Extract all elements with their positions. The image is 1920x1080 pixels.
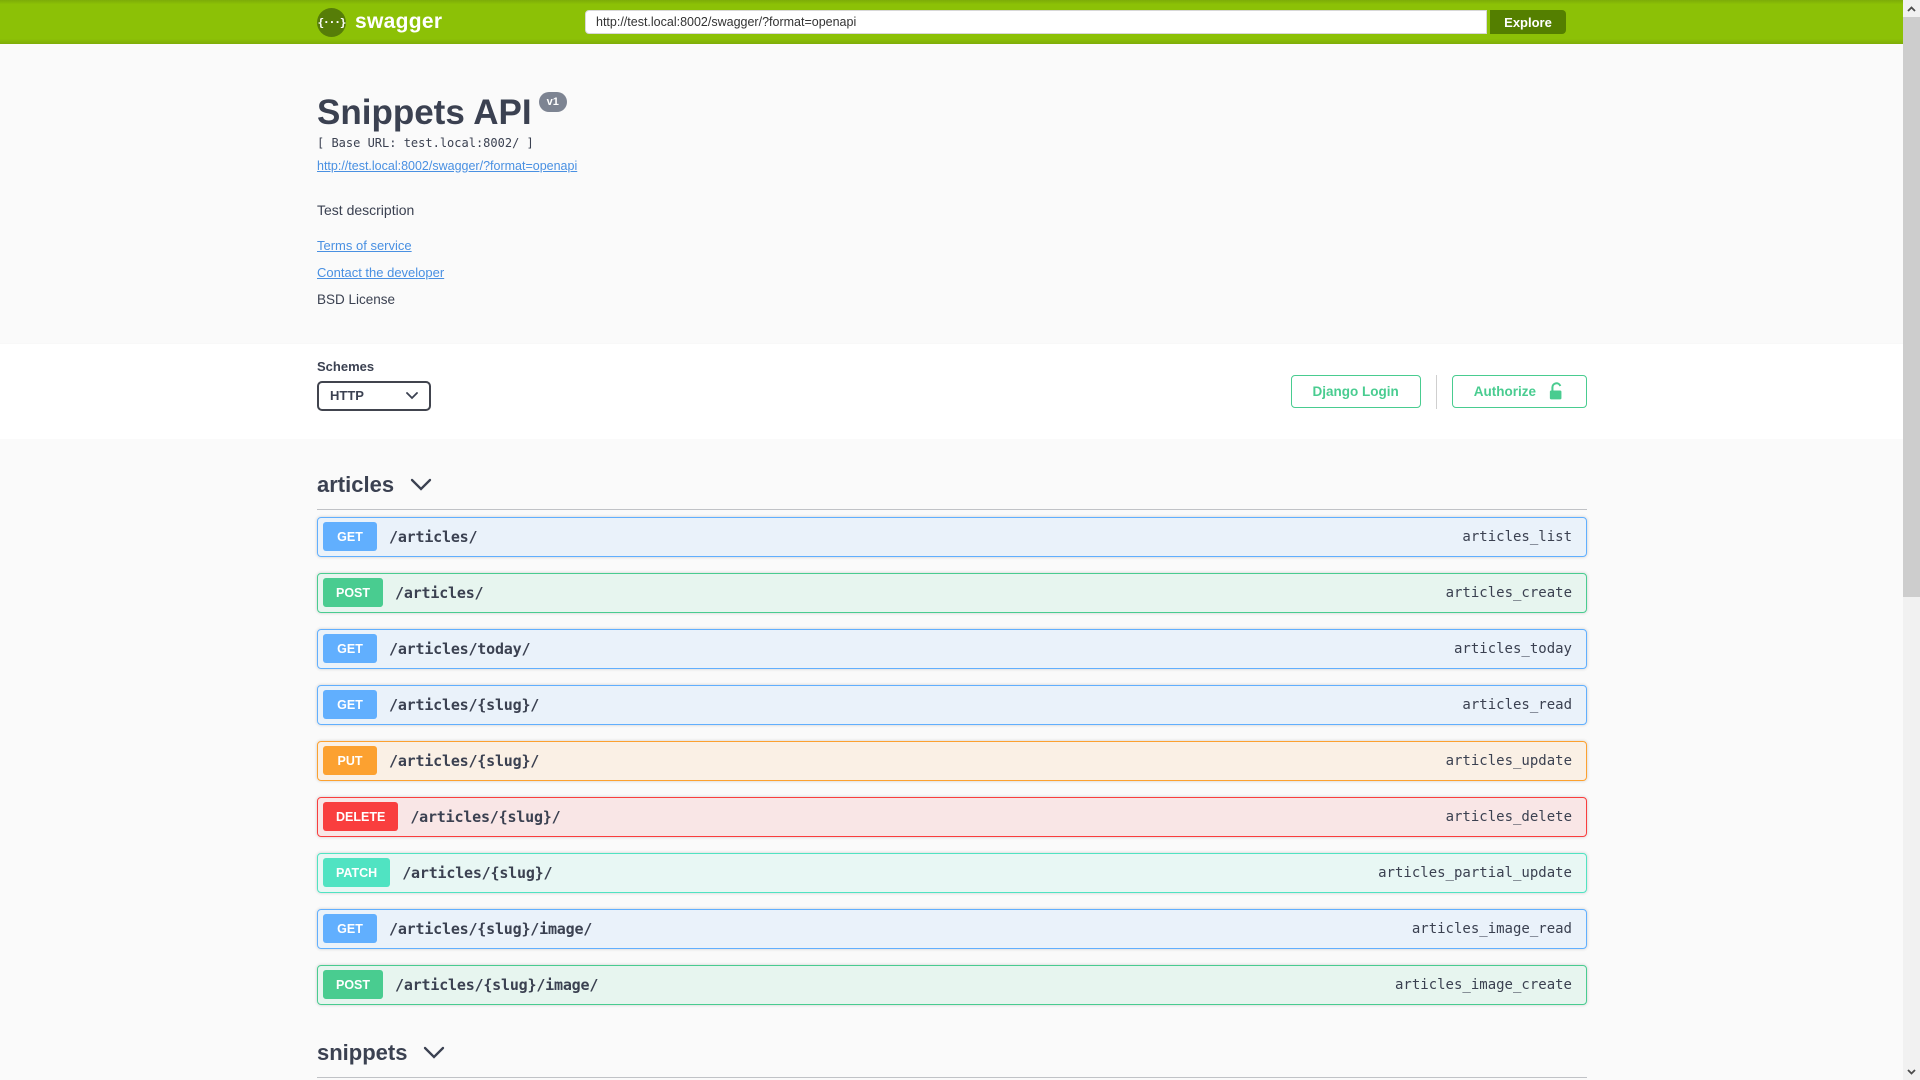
spec-link[interactable]: http://test.local:8002/swagger/?format=o… [317,159,577,173]
terms-of-service-link[interactable]: Terms of service [317,238,412,253]
operation-row[interactable]: GET /articles/today/ articles_today [317,628,1587,669]
operation-path: /articles/{slug}/ [389,695,540,714]
scheme-section: Schemes HTTP Django Login Authorize [0,343,1920,439]
scrollbar-up-button[interactable] [1903,0,1920,17]
operation-row[interactable]: GET /articles/{slug}/ articles_read [317,684,1587,725]
scroll-up-icon [1907,5,1916,12]
operation-path: /articles/ [389,527,478,546]
operation-id: articles_create [1445,584,1572,601]
chevron-down-icon [424,1046,445,1059]
operation-id: articles_read [1462,696,1572,713]
operation-path: /articles/{slug}/ [402,863,553,882]
operation-id: articles_today [1453,640,1572,657]
operation-row[interactable]: PATCH /articles/{slug}/ articles_partial… [317,852,1587,893]
method-badge: POST [323,970,384,999]
tag-section: snippets GET /snippets/ snippets_list [317,1021,1587,1080]
method-badge: POST [323,578,384,607]
operation-id: articles_image_create [1394,976,1572,993]
topbar: {···} swagger Explore [0,0,1903,44]
tag-title: snippets [317,1039,408,1065]
scroll-down-icon [1907,1068,1916,1075]
operation-row[interactable]: DELETE /articles/{slug}/ articles_delete [317,796,1587,837]
operation-row[interactable]: POST /articles/ articles_create [317,572,1587,613]
page-title: Snippets API v1 [317,92,1587,133]
django-login-button[interactable]: Django Login [1290,375,1421,408]
scrollbar-thumb[interactable] [1903,17,1920,597]
method-badge: PATCH [323,858,391,887]
base-url-text: [ Base URL: test.local:8002/ ] [317,135,534,150]
spec-url-input[interactable] [585,10,1487,34]
operation-path: /articles/{slug}/image/ [389,919,593,938]
api-description: Test description [317,201,415,218]
tag-title: articles [317,471,395,497]
schemes-label: Schemes [317,358,375,374]
method-badge: GET [323,914,377,943]
chevron-down-icon [406,391,418,399]
operations-main: articles GET /articles/ articles_list PO… [0,438,1920,1080]
method-badge: DELETE [323,802,399,831]
vertical-scrollbar [1903,0,1920,1080]
operation-path: /articles/today/ [389,639,531,658]
operation-id: articles_delete [1445,808,1572,825]
operation-row[interactable]: POST /articles/{slug}/image/ articles_im… [317,964,1587,1005]
swagger-logo-icon: {···} [317,7,347,37]
operation-row[interactable]: PUT /articles/{slug}/ articles_update [317,740,1587,781]
version-badge: v1 [538,92,567,112]
license-text: BSD License [317,291,396,307]
auth-wrapper: Django Login Authorize [1290,374,1587,409]
scrollbar-down-button[interactable] [1903,1063,1920,1080]
url-bar: Explore [585,10,1566,34]
auth-divider [1435,374,1437,409]
method-badge: GET [323,690,377,719]
operation-path: /articles/{slug}/ [410,807,561,826]
method-badge: GET [323,522,377,551]
operation-path: /articles/ [395,583,484,602]
operation-path: /articles/{slug}/ [389,751,540,770]
operation-id: articles_image_read [1411,920,1572,937]
method-badge: GET [323,634,377,663]
method-badge: PUT [323,746,377,775]
brand-title: swagger [355,10,443,33]
operation-id: articles_list [1462,528,1572,545]
operation-row[interactable]: GET /articles/{slug}/image/ articles_ima… [317,908,1587,949]
operation-row[interactable]: GET /articles/ articles_list [317,516,1587,557]
explore-button[interactable]: Explore [1490,10,1566,34]
contact-developer-link[interactable]: Contact the developer [317,265,444,280]
authorize-button[interactable]: Authorize [1451,375,1587,408]
operation-id: articles_partial_update [1378,864,1572,881]
operation-id: articles_update [1445,752,1572,769]
tag-section: articles GET /articles/ articles_list PO… [317,439,1587,1005]
schemes-select[interactable]: HTTP [317,380,431,411]
chevron-down-icon [410,478,432,491]
schemes-selected-value: HTTP [330,388,364,403]
swagger-logo-link[interactable]: {···} swagger [317,7,443,37]
operation-list: GET /articles/ articles_list POST /artic… [317,510,1587,1005]
operation-path: /articles/{slug}/image/ [395,975,599,994]
tag-header[interactable]: snippets [317,1021,1587,1078]
api-info-section: Snippets API v1 [ Base URL: test.local:80… [0,44,1920,344]
unlock-icon [1549,382,1562,400]
tag-header[interactable]: articles [317,439,1587,510]
